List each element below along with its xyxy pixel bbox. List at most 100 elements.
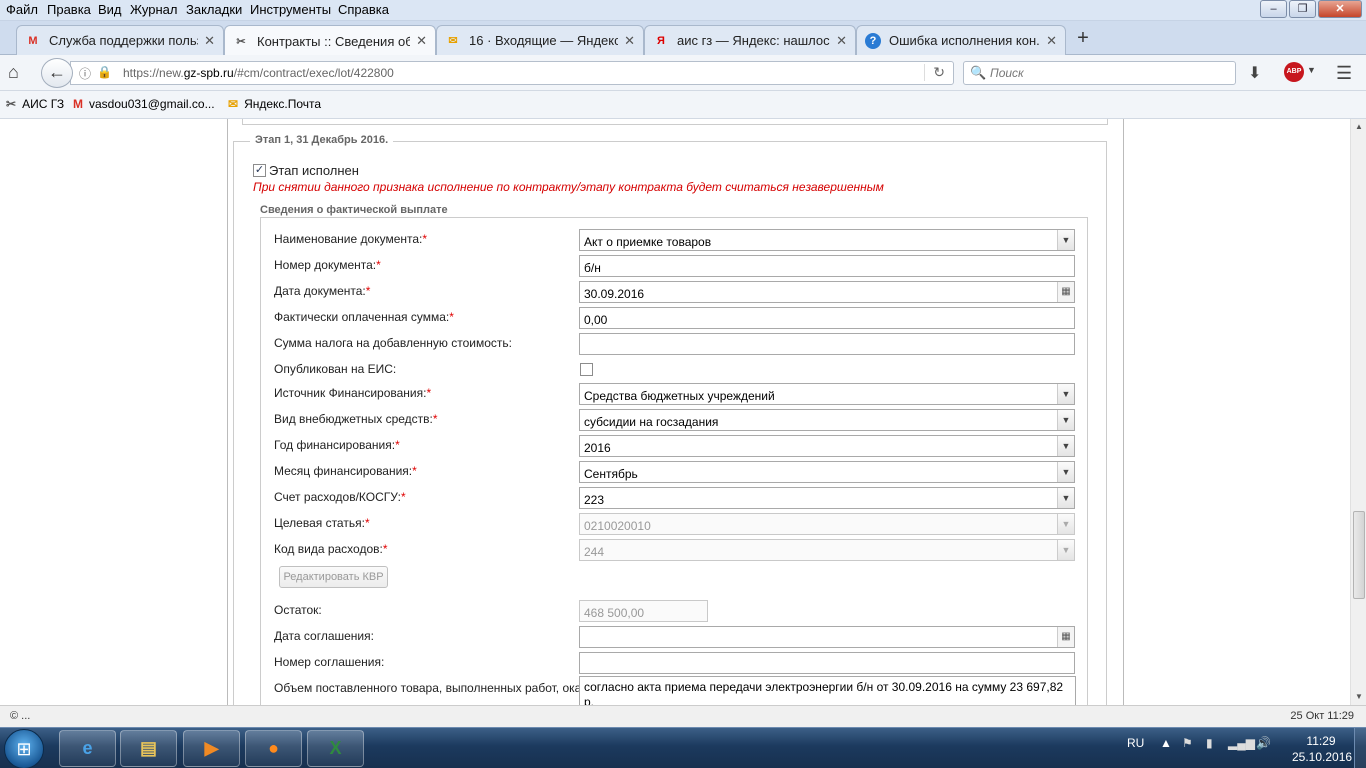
- taskbar: ⊞ e ▤ ▶ ● X RU ▲ ⚑ ▮ ▂▄▆ 🔊 11:29 25.10.2…: [0, 727, 1366, 768]
- doc-name-select[interactable]: Акт о приемке товаров ▼: [579, 229, 1075, 251]
- volume-textarea[interactable]: согласно акта приема передачи электроэне…: [579, 676, 1076, 705]
- tray-expand-icon[interactable]: ▲: [1160, 736, 1172, 750]
- expense-code-label: Код вида расходов:*: [274, 542, 388, 556]
- bookmark-label: vasdou031@gmail.co...: [89, 97, 215, 111]
- chevron-down-icon: ▼: [1057, 514, 1074, 534]
- status-bar: © ... 25 Окт 11:29: [0, 705, 1366, 727]
- doc-date-input[interactable]: 30.09.2016 ▦: [579, 281, 1075, 303]
- menu-icon[interactable]: ☰: [1336, 63, 1352, 84]
- tab-yandex-search[interactable]: Я аис гз — Яндекс: нашлос... ✕: [644, 25, 856, 55]
- minimize-button[interactable]: –: [1260, 0, 1287, 18]
- url-bar[interactable]: ⓘ 🔒 https://new.gz-spb.ru/#cm/contract/e…: [70, 61, 954, 85]
- doc-number-input[interactable]: б/н: [579, 255, 1075, 277]
- clock-time: 11:29: [1306, 734, 1336, 748]
- menu-help[interactable]: Справка: [338, 2, 389, 17]
- close-tab-icon[interactable]: ✕: [416, 33, 427, 49]
- close-window-button[interactable]: ✕: [1318, 0, 1362, 18]
- back-button[interactable]: ←: [41, 58, 73, 88]
- close-tab-icon[interactable]: ✕: [204, 33, 215, 49]
- close-tab-icon[interactable]: ✕: [836, 33, 847, 49]
- network-flag-icon[interactable]: ⚑: [1182, 736, 1193, 750]
- chevron-down-icon[interactable]: ▼: [1057, 436, 1074, 456]
- status-datetime: 25 Окт 11:29: [1290, 710, 1354, 722]
- menu-bookmarks[interactable]: Закладки: [186, 2, 242, 17]
- tools-icon: ✂: [236, 35, 246, 48]
- scroll-down-icon[interactable]: ▼: [1351, 689, 1366, 705]
- agreement-number-input[interactable]: [579, 652, 1075, 674]
- chevron-down-icon[interactable]: ▼: [1057, 462, 1074, 482]
- home-icon[interactable]: ⌂: [8, 62, 19, 83]
- menu-edit[interactable]: Правка: [47, 2, 91, 17]
- firefox-taskbar-icon[interactable]: ●: [245, 730, 302, 767]
- year-select[interactable]: 2016 ▼: [579, 435, 1075, 457]
- chevron-down-icon[interactable]: ▼: [1057, 230, 1074, 250]
- navigation-bar: ⌂ ⓘ 🔒 https://new.gz-spb.ru/#cm/contract…: [0, 55, 1366, 91]
- doc-number-label: Номер документа:*: [274, 258, 381, 272]
- tab-contracts[interactable]: ✂ Контракты :: Сведения об ... ✕: [224, 25, 436, 56]
- language-indicator[interactable]: RU: [1127, 736, 1144, 750]
- chevron-down-icon: ▼: [1057, 540, 1074, 560]
- volume-icon[interactable]: 🔊: [1256, 736, 1271, 750]
- tab-yandex-mail[interactable]: ✉ 16 · Входящие — Яндекс.... ✕: [436, 25, 644, 55]
- chevron-down-icon[interactable]: ▼: [1057, 488, 1074, 508]
- tab-support[interactable]: M Служба поддержки польз... ✕: [16, 25, 224, 55]
- offbudget-select[interactable]: субсидии на госзадания ▼: [579, 409, 1075, 431]
- menu-file[interactable]: Файл: [6, 2, 38, 17]
- menu-history[interactable]: Журнал: [130, 2, 177, 17]
- close-tab-icon[interactable]: ✕: [624, 33, 635, 49]
- remainder-field: 468 500,00: [579, 600, 708, 622]
- expense-code-select: 244 ▼: [579, 539, 1075, 561]
- power-icon[interactable]: ▮: [1206, 736, 1213, 750]
- new-tab-button[interactable]: +: [1072, 27, 1094, 50]
- reload-icon[interactable]: ↻: [924, 64, 945, 81]
- paid-sum-input[interactable]: 0,00: [579, 307, 1075, 329]
- account-label: Счет расходов/КОСГУ:*: [274, 490, 406, 504]
- bookmark-yandex-mail[interactable]: ✉ Яндекс.Почта: [228, 97, 321, 111]
- media-player-taskbar-icon[interactable]: ▶: [183, 730, 240, 767]
- published-checkbox[interactable]: [580, 363, 593, 376]
- account-select[interactable]: 223 ▼: [579, 487, 1075, 509]
- agreement-date-input[interactable]: ▦: [579, 626, 1075, 648]
- vat-input[interactable]: [579, 333, 1075, 355]
- start-button[interactable]: ⊞: [4, 729, 44, 768]
- restore-button[interactable]: ❐: [1289, 0, 1316, 18]
- agreement-number-label: Номер соглашения:: [274, 655, 385, 669]
- menu-tools[interactable]: Инструменты: [250, 2, 331, 17]
- tab-label: Контракты :: Сведения об ...: [257, 33, 410, 49]
- gmail-icon: M: [73, 97, 83, 111]
- show-desktop-button[interactable]: [1354, 728, 1366, 768]
- tab-error[interactable]: ? Ошибка исполнения кон... ✕: [856, 25, 1066, 55]
- vertical-scrollbar[interactable]: ▲ ▼: [1350, 119, 1366, 705]
- edit-kvr-button[interactable]: Редактировать КВР: [279, 566, 388, 588]
- tab-label: 16 · Входящие — Яндекс....: [469, 33, 618, 48]
- scrollbar-thumb[interactable]: [1353, 511, 1365, 599]
- adblock-dropdown-icon[interactable]: ▼: [1307, 65, 1316, 75]
- paid-sum-label: Фактически оплаченная сумма:*: [274, 310, 454, 324]
- close-tab-icon[interactable]: ✕: [1046, 33, 1057, 49]
- menu-view[interactable]: Вид: [98, 2, 122, 17]
- month-select[interactable]: Сентябрь ▼: [579, 461, 1075, 483]
- explorer-taskbar-icon[interactable]: ▤: [120, 730, 177, 767]
- adblock-icon[interactable]: ABP: [1284, 62, 1304, 82]
- clock[interactable]: 11:29 25.10.2016: [1292, 733, 1352, 765]
- gmail-icon: M: [28, 34, 38, 47]
- source-select[interactable]: Средства бюджетных учреждений ▼: [579, 383, 1075, 405]
- calendar-icon[interactable]: ▦: [1057, 627, 1074, 647]
- bookmark-ais-gz[interactable]: ✂ АИС ГЗ: [6, 97, 64, 111]
- download-icon[interactable]: ⬇: [1248, 63, 1261, 83]
- url-text[interactable]: https://new.gz-spb.ru/#cm/contract/exec/…: [123, 66, 394, 80]
- chevron-down-icon[interactable]: ▼: [1057, 384, 1074, 404]
- scroll-up-icon[interactable]: ▲: [1351, 119, 1366, 135]
- ie-taskbar-icon[interactable]: e: [59, 730, 116, 767]
- lock-icon[interactable]: 🔒: [97, 65, 112, 79]
- stage-done-checkbox[interactable]: ✓: [253, 164, 266, 177]
- calendar-icon[interactable]: ▦: [1057, 282, 1074, 302]
- yandex-mail-icon: ✉: [448, 35, 458, 47]
- bookmark-gmail[interactable]: M vasdou031@gmail.co...: [73, 97, 215, 111]
- info-icon[interactable]: ⓘ: [79, 65, 91, 82]
- search-input[interactable]: 🔍 Поиск: [963, 61, 1236, 85]
- signal-icon[interactable]: ▂▄▆: [1228, 736, 1255, 750]
- excel-taskbar-icon[interactable]: X: [307, 730, 364, 767]
- chevron-down-icon[interactable]: ▼: [1057, 410, 1074, 430]
- target-label: Целевая статья:*: [274, 516, 370, 530]
